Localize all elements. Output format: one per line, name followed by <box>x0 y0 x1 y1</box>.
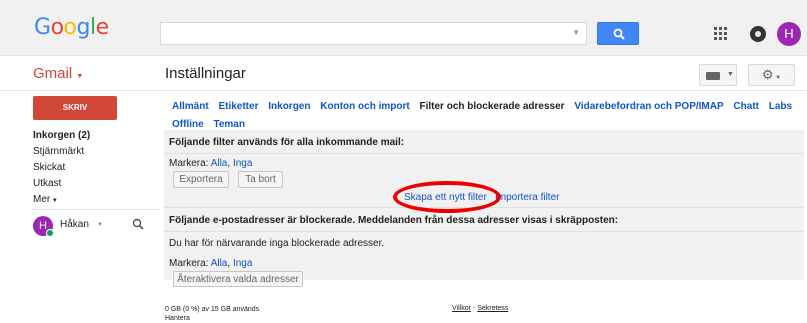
notifications-icon[interactable] <box>750 26 766 42</box>
tab-accounts[interactable]: Konton och import <box>320 101 409 112</box>
gear-icon: ⚙ <box>761 67 774 82</box>
google-logo[interactable]: Google <box>34 17 109 39</box>
tab-offline[interactable]: Offline <box>172 119 204 130</box>
sidebar-item-more[interactable]: Mer ▼ <box>33 192 90 209</box>
search-icon[interactable] <box>132 218 144 230</box>
import-filter-link[interactable]: Importera filter <box>495 192 559 203</box>
select-label: Markera: <box>169 258 209 269</box>
chevron-down-icon: ▼ <box>727 71 734 78</box>
chevron-down-icon: ▼ <box>50 198 58 204</box>
sidebar-item-sent[interactable]: Skickat <box>33 160 90 176</box>
divider <box>164 153 804 154</box>
export-button[interactable]: Exportera <box>173 171 229 188</box>
legal-links: Villkor - Sekretess <box>452 305 508 312</box>
gmail-menu[interactable]: Gmail ▼ <box>33 65 83 86</box>
keyboard-icon <box>706 72 720 80</box>
search-input[interactable]: ▼ <box>160 22 587 45</box>
reactivate-button[interactable]: Återaktivera valda adresser <box>173 271 303 287</box>
storage-quota: 0 GB (0 %) av 15 GB används Hantera <box>165 305 259 323</box>
sidebar-item-inbox[interactable]: Inkorgen (2) <box>33 128 90 144</box>
select-all-link[interactable]: Alla <box>211 258 228 269</box>
account-avatar[interactable]: H <box>777 22 801 46</box>
tab-themes[interactable]: Teman <box>213 119 245 130</box>
divider <box>0 90 807 91</box>
search-button[interactable] <box>597 22 639 45</box>
search-icon <box>613 28 625 40</box>
quota-text: 0 GB (0 %) av 15 GB används <box>165 306 260 313</box>
logo-letter: o <box>50 15 64 40</box>
logo-letter: G <box>34 15 51 40</box>
blocked-heading: Följande e-postadresser är blockerade. M… <box>169 215 619 226</box>
manage-link[interactable]: Hantera <box>165 314 259 323</box>
chevron-down-icon[interactable]: ▼ <box>97 222 103 228</box>
tab-filters[interactable]: Filter och blockerade adresser <box>419 101 564 112</box>
sidebar-nav: Inkorgen (2) Stjärnmärkt Skickat Utkast … <box>33 128 90 209</box>
search-options-icon[interactable]: ▼ <box>572 28 580 37</box>
privacy-link[interactable]: Sekretess <box>477 305 508 312</box>
page-title: Inställningar <box>165 65 246 82</box>
separator: - <box>472 305 476 312</box>
tab-labs[interactable]: Labs <box>769 101 792 112</box>
filters-select-row: Markera: Alla, Inga <box>169 158 253 169</box>
compose-button[interactable]: SKRIV <box>33 96 117 120</box>
select-none-link[interactable]: Inga <box>233 158 252 169</box>
logo-letter: o <box>63 15 77 40</box>
online-status-icon <box>46 229 54 237</box>
logo-letter: e <box>95 15 110 40</box>
sidebar-item-label: Mer <box>33 194 51 205</box>
sidebar-item-drafts[interactable]: Utkast <box>33 176 90 192</box>
blocked-empty-text: Du har för närvarande inga blockerade ad… <box>169 238 385 249</box>
sidebar-item-starred[interactable]: Stjärnmärkt <box>33 144 90 160</box>
settings-button[interactable]: ⚙ ▼ <box>748 64 795 86</box>
blocked-select-row: Markera: Alla, Inga <box>169 258 253 269</box>
tab-forwarding[interactable]: Vidarebefordran och POP/IMAP <box>574 101 723 112</box>
select-none-link[interactable]: Inga <box>233 258 252 269</box>
chevron-down-icon: ▼ <box>76 73 84 80</box>
tab-labels[interactable]: Etiketter <box>218 101 258 112</box>
settings-tabs: Allmänt Etiketter Inkorgen Konton och im… <box>172 98 802 134</box>
tab-chat[interactable]: Chatt <box>733 101 759 112</box>
terms-link[interactable]: Villkor <box>452 305 471 312</box>
delete-button[interactable]: Ta bort <box>238 171 283 188</box>
tab-general[interactable]: Allmänt <box>172 101 209 112</box>
filters-heading: Följande filter används för alla inkomma… <box>169 137 405 148</box>
gmail-label: Gmail <box>33 65 73 82</box>
logo-letter: g <box>76 15 91 40</box>
input-tools-button[interactable]: ▼ <box>699 64 737 86</box>
top-bar: Google ▼ H <box>0 0 807 56</box>
tab-inbox[interactable]: Inkorgen <box>268 101 310 112</box>
apps-grid-icon[interactable] <box>714 27 728 41</box>
chevron-down-icon: ▼ <box>773 75 782 81</box>
divider <box>164 231 804 232</box>
select-label: Markera: <box>169 158 209 169</box>
select-all-link[interactable]: Alla <box>211 158 228 169</box>
highlight-circle <box>393 181 501 213</box>
divider <box>33 209 160 210</box>
user-name[interactable]: Håkan <box>60 219 89 230</box>
